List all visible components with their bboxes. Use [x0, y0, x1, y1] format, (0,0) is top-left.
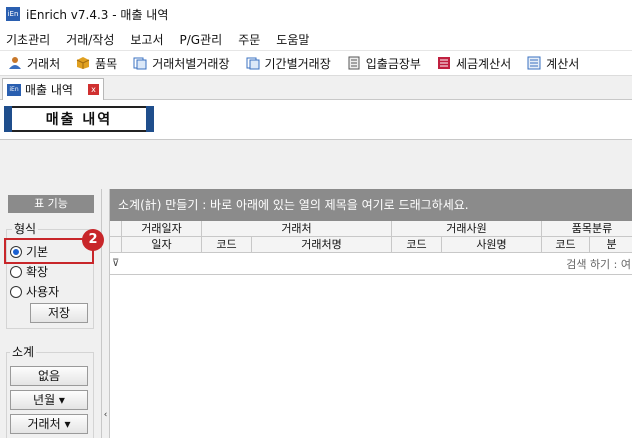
toolbar-customer-button[interactable]: 거래처 — [8, 55, 60, 72]
grid-filter-row[interactable]: ⊽ 검색 하기 : 여 — [110, 253, 632, 275]
tab-bar: iEn 매출 내역 x — [0, 77, 632, 100]
book-icon — [348, 56, 360, 70]
invoice-icon — [437, 57, 450, 69]
radio-unchecked-icon — [10, 285, 22, 298]
toolbar-tax-invoice-button[interactable]: 세금계산서 — [437, 55, 511, 72]
column-header-category-name[interactable]: 분 — [590, 237, 632, 253]
save-button[interactable]: 저장 — [30, 303, 88, 323]
column-header-date[interactable]: 일자 — [122, 237, 202, 253]
grid-row-indicator[interactable] — [110, 237, 122, 253]
subtotal-customer-dropdown[interactable]: 거래처 ▾ — [10, 414, 88, 434]
group-by-hint[interactable]: 소계(計) 만들기 : 바로 아래에 있는 열의 제목을 여기로 드래그하세요. — [110, 189, 632, 221]
table-functions-panel: 표 기능 형식 기본 확장 사용자 저장 소계 없음 년월 ▾ 거래처 ▾ — [0, 189, 102, 438]
menu-pg[interactable]: P/G관리 — [180, 31, 223, 48]
menu-bar: 기초관리 거래/작성 보고서 P/G관리 주문 도움말 — [0, 28, 632, 50]
table-functions-header: 표 기능 — [8, 195, 94, 213]
toolbar-cashbook-button[interactable]: 입출금장부 — [347, 55, 421, 72]
column-header-employee-name[interactable]: 사원명 — [442, 237, 542, 253]
band-header-customer[interactable]: 거래처 — [202, 221, 392, 237]
window-title: iEnrich v7.4.3 - 매출 내역 — [26, 7, 169, 22]
tab-sales-history[interactable]: iEn 매출 내역 x — [2, 78, 104, 100]
band-header-item-category[interactable]: 품목분류 — [542, 221, 632, 237]
toolbar-invoice-label: 계산서 — [546, 56, 580, 71]
page-title: 매출 내역 — [4, 106, 154, 132]
column-header-employee-code[interactable]: 코드 — [392, 237, 442, 253]
column-header-category-code[interactable]: 코드 — [542, 237, 590, 253]
menu-help[interactable]: 도움말 — [276, 31, 309, 48]
menu-order[interactable]: 주문 — [238, 31, 260, 48]
toolbar-period-ledger-label: 기간별거래장 — [264, 56, 331, 71]
toolbar-customer-ledger-label: 거래처별거래장 — [152, 56, 230, 71]
app-logo-icon: iEn — [6, 7, 20, 21]
menu-report[interactable]: 보고서 — [130, 31, 163, 48]
document-icon — [527, 56, 541, 70]
ledger-icon — [133, 57, 147, 70]
ledger-icon — [246, 57, 259, 70]
page-header: 매출 내역 — [0, 100, 632, 140]
toolbar: 거래처 품목 거래처별거래장 기간별거래장 입출금장부 세금계산서 계산서 — [0, 50, 632, 76]
options-strip — [0, 141, 632, 189]
toolbar-customer-ledger-button[interactable]: 거래처별거래장 — [133, 55, 230, 72]
band-header-employee[interactable]: 거래사원 — [392, 221, 542, 237]
close-icon[interactable]: x — [88, 84, 99, 95]
format-option-user-label: 사용자 — [26, 285, 60, 299]
tab-label: 매출 내역 — [25, 83, 73, 97]
format-option-extended-label: 확장 — [26, 265, 49, 279]
column-header-customer-code[interactable]: 코드 — [202, 237, 252, 253]
toolbar-period-ledger-button[interactable]: 기간별거래장 — [246, 55, 331, 72]
format-group-label: 형식 — [12, 220, 39, 237]
person-icon — [9, 57, 21, 69]
step-badge: 2 — [82, 229, 104, 251]
toolbar-invoice-button[interactable]: 계산서 — [527, 55, 579, 72]
collapse-panel-handle[interactable]: ‹ — [102, 405, 109, 425]
toolbar-cashbook-label: 입출금장부 — [365, 56, 421, 71]
tab-logo-icon: iEn — [7, 83, 21, 96]
menu-basic[interactable]: 기초관리 — [6, 31, 50, 48]
radio-unchecked-icon — [10, 265, 22, 278]
format-option-extended[interactable]: 확장 — [10, 263, 48, 280]
title-bar: iEn iEnrich v7.4.3 - 매출 내역 — [0, 0, 632, 28]
toolbar-tax-invoice-label: 세금계산서 — [455, 56, 512, 71]
column-header-customer-name[interactable]: 거래처명 — [252, 237, 392, 253]
subtotal-group-label: 소계 — [10, 343, 37, 360]
subtotal-none-button[interactable]: 없음 — [10, 366, 88, 386]
box-icon — [76, 57, 90, 69]
toolbar-customer-label: 거래처 — [27, 56, 61, 71]
grid-column-header-row: 일자 코드 거래처명 코드 사원명 코드 분 — [110, 237, 632, 253]
grid-corner[interactable] — [110, 221, 122, 237]
grid-band-header-row: 거래일자 거래처 거래사원 품목분류 — [110, 221, 632, 237]
toolbar-item-button[interactable]: 품목 — [76, 55, 117, 72]
band-header-date[interactable]: 거래일자 — [122, 221, 202, 237]
filter-icon[interactable]: ⊽ — [112, 258, 119, 269]
grid-search-hint: 검색 하기 : 여 — [566, 258, 631, 271]
data-grid: 소계(計) 만들기 : 바로 아래에 있는 열의 제목을 여기로 드래그하세요.… — [109, 189, 632, 438]
menu-transaction[interactable]: 거래/작성 — [66, 31, 114, 48]
subtotal-yearmonth-dropdown[interactable]: 년월 ▾ — [10, 390, 88, 410]
annotation-highlight — [4, 238, 94, 264]
format-option-user[interactable]: 사용자 — [10, 283, 59, 300]
toolbar-item-label: 품목 — [95, 56, 118, 71]
